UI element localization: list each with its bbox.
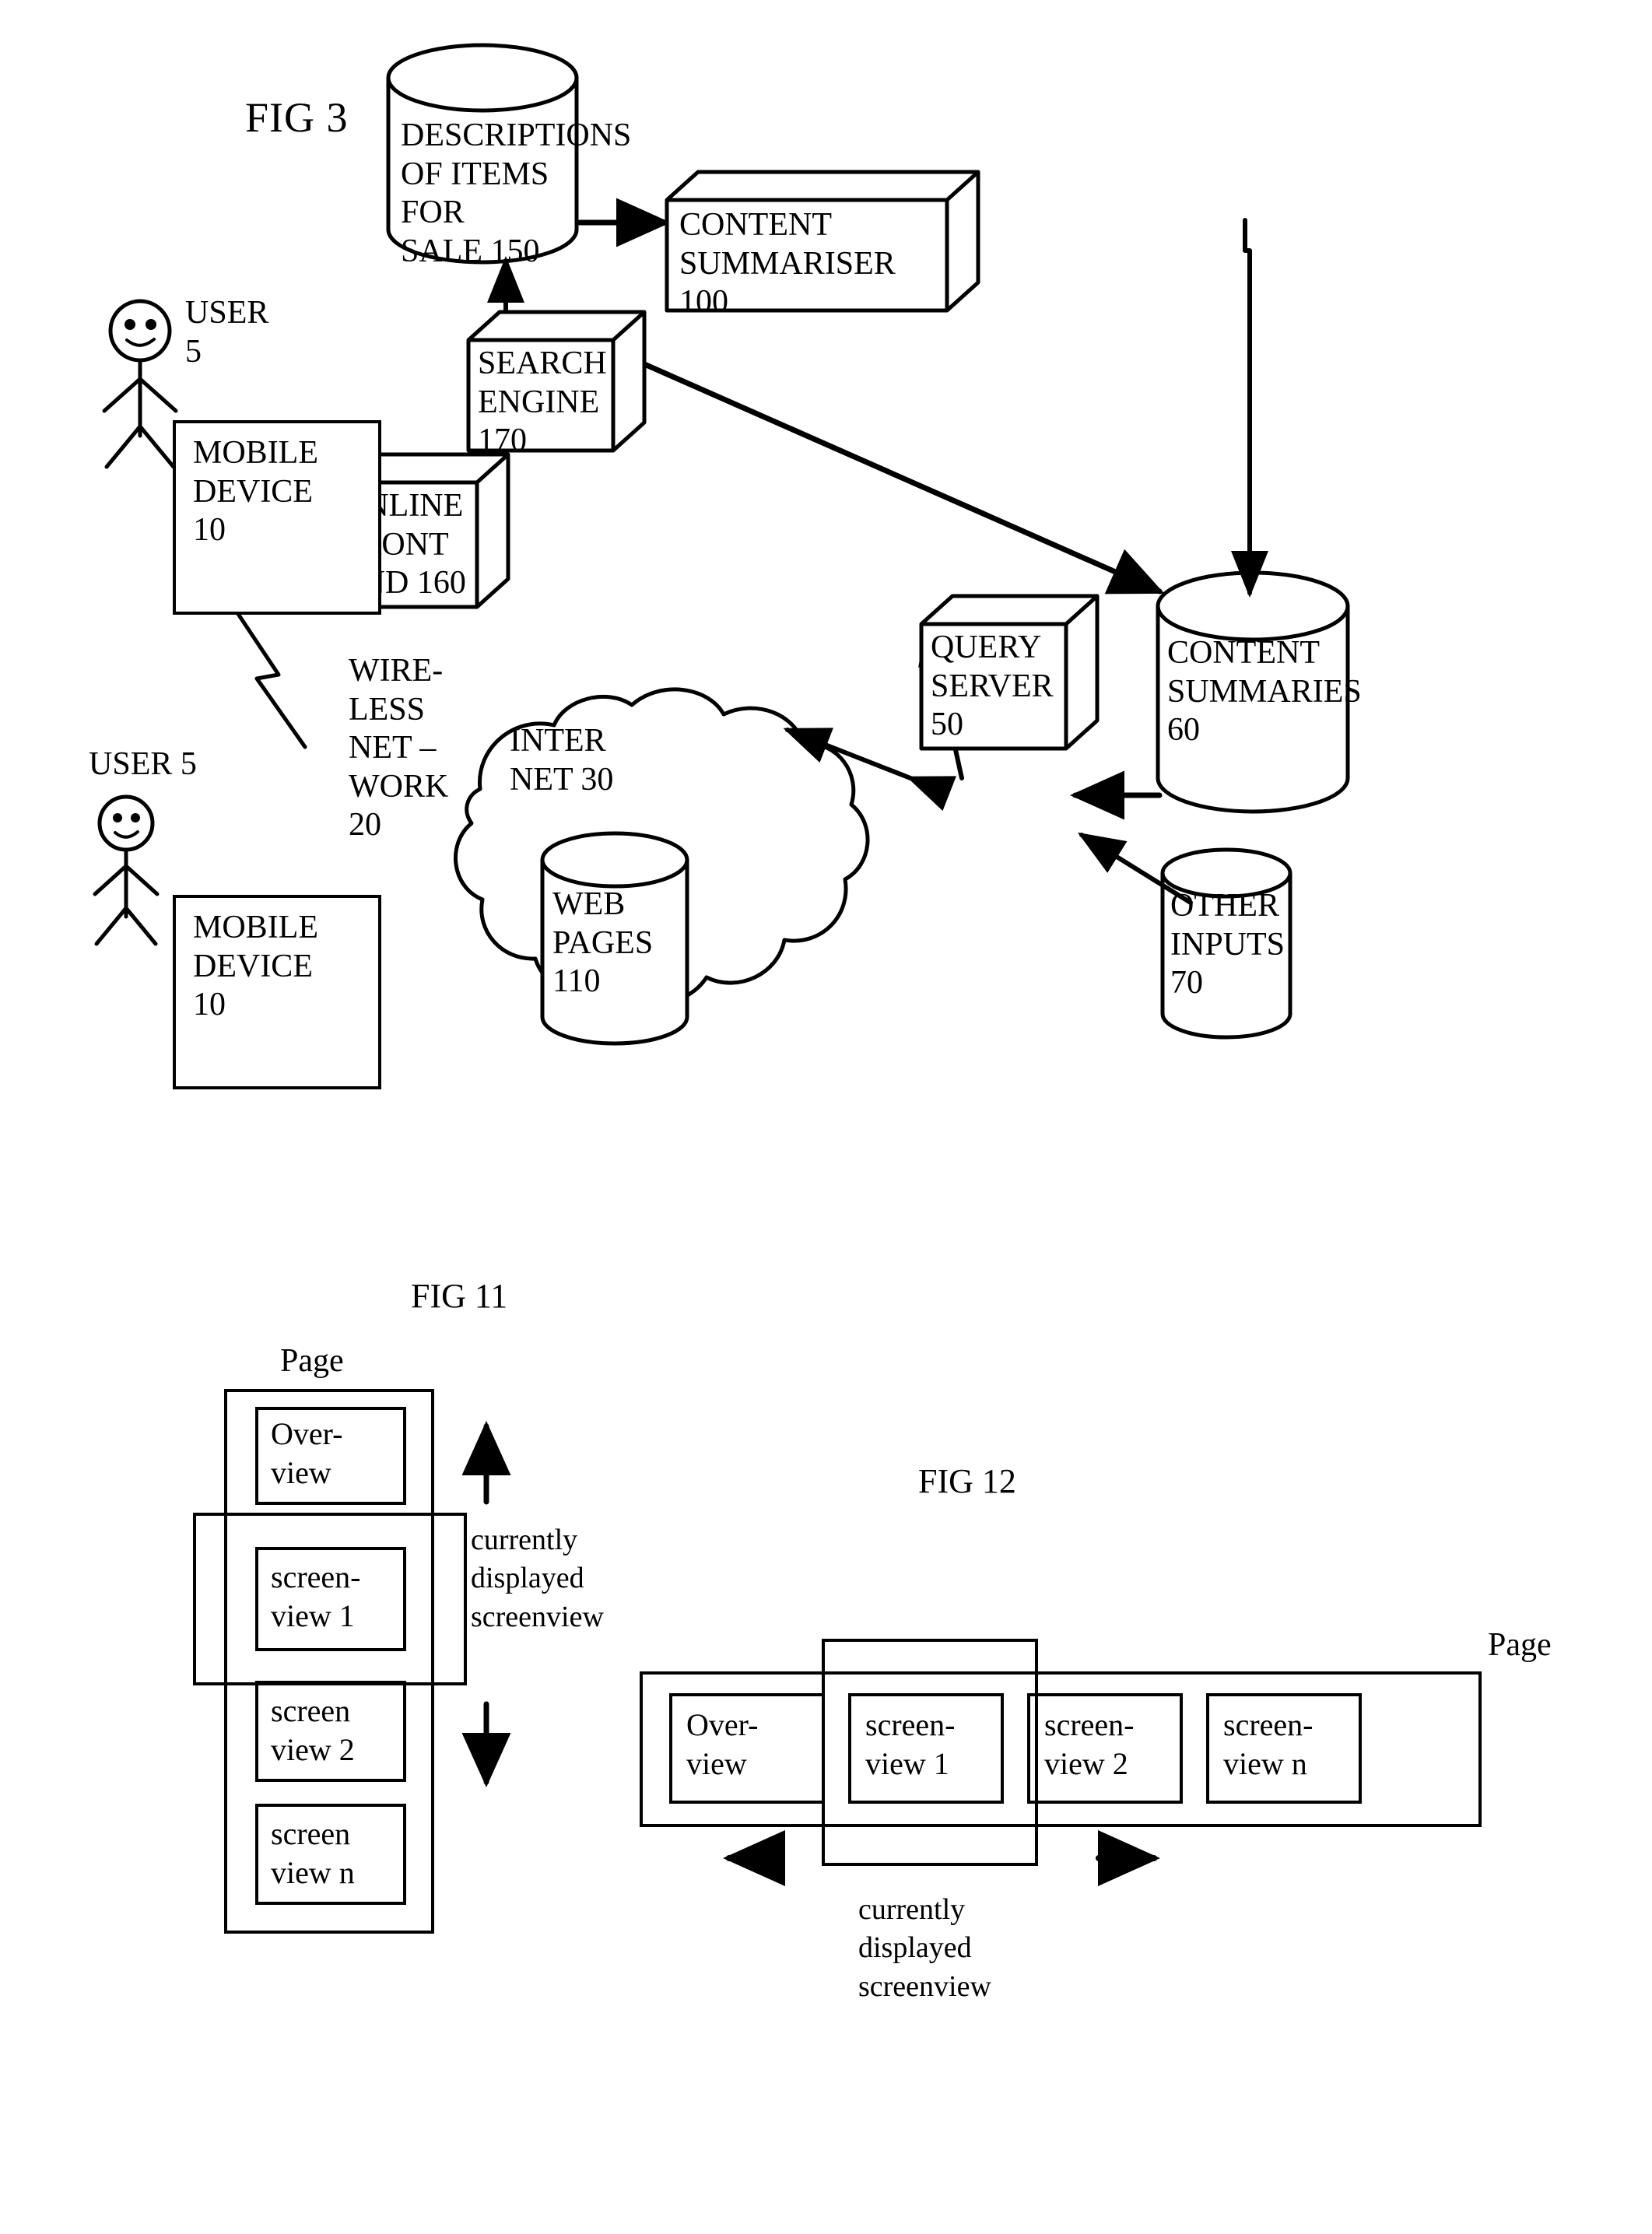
stick-figure-user-top [102, 299, 178, 469]
arrow-query-server-to-front-end [783, 728, 957, 812]
fig11-page-label: Page [280, 1343, 344, 1379]
content-summariser-label: CONTENT SUMMARISER 100 [679, 207, 896, 321]
fig12-screenviewn-label: screen- view n [1223, 1707, 1314, 1781]
web-pages-label: WEB PAGES 110 [552, 886, 654, 1000]
arrow-summariser-to-summaries [1243, 218, 1252, 588]
mobile-device-bottom-label: MOBILE DEVICE 10 [193, 910, 318, 1023]
internet-label: INTER NET 30 [510, 723, 614, 798]
fig12-screenview2-label: screen- view 2 [1044, 1707, 1135, 1781]
other-inputs-label: OTHER INPUTS 70 [1170, 888, 1285, 1001]
node-query-server: QUERY SERVER 50 [919, 594, 1100, 778]
arrow-search-engine-to-summaries [574, 331, 1165, 594]
fig11-caption: currently displayed screenview [471, 1524, 604, 1633]
fig12-current-screenview-frame [822, 1639, 1038, 1866]
fig12-overview-label: Over- view [686, 1707, 759, 1781]
fig11-title: FIG 11 [411, 1277, 508, 1315]
fig12-title: FIG 12 [918, 1462, 1016, 1500]
descriptions-of-items-label: DESCRIPTIONS OF ITEMS FOR SALE 150 [401, 117, 632, 269]
wireless-network-label: WIRE- LESS NET – WORK 20 [349, 653, 449, 843]
fig11-overview-label: Over- view [271, 1416, 343, 1490]
fig12-page-label: Page [1488, 1627, 1552, 1663]
patent-drawing-sheet: FIG 3 DESCRIPTIONS OF ITEMS FOR SALE 150… [0, 0, 1652, 2234]
content-summaries-label: CONTENT SUMMARIES 60 [1167, 635, 1362, 749]
fig11-current-screenview-frame [193, 1513, 467, 1685]
wireless-link-top-icon [231, 605, 307, 749]
mobile-device-top-label: MOBILE DEVICE 10 [193, 435, 318, 549]
search-engine-label: SEARCH ENGINE 170 [478, 345, 607, 459]
fig12-caption: currently displayed screenview [858, 1893, 991, 2003]
fig11-screenview2-label: screen view 2 [271, 1693, 355, 1767]
query-server-label: QUERY SERVER 50 [931, 630, 1054, 743]
user-top-label: USER 5 [185, 295, 269, 370]
fig11-screenviewn-label: screen view n [271, 1816, 355, 1890]
stick-figure-user-bottom [93, 794, 160, 946]
user-bottom-label: USER 5 [89, 746, 197, 782]
fig3-title: FIG 3 [245, 94, 349, 141]
node-content-summariser: CONTENT SUMMARISER 100 [665, 170, 980, 338]
